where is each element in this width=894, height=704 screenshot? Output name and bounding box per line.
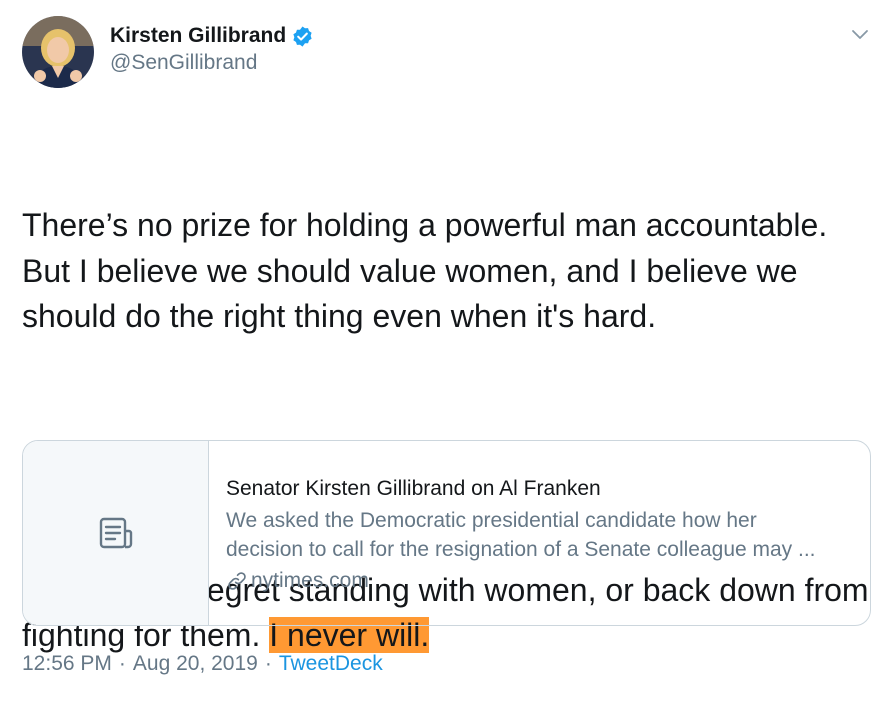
card-body: Senator Kirsten Gillibrand on Al Franken… [209, 441, 870, 625]
avatar[interactable] [22, 16, 94, 88]
tweet-date[interactable]: Aug 20, 2019 [133, 652, 258, 676]
card-thumbnail [23, 441, 209, 625]
tweet-meta: 12:56 PM · Aug 20, 2019 · TweetDeck [22, 652, 383, 676]
meta-separator: · [118, 652, 126, 675]
meta-separator: · [264, 652, 272, 675]
tweet-paragraph-1: There’s no prize for holding a powerful … [22, 207, 837, 334]
tweet-source-link[interactable]: TweetDeck [279, 652, 383, 676]
tweet-time[interactable]: 12:56 PM [22, 652, 112, 676]
card-description-line-2: decision to call for the resignation of … [226, 538, 816, 561]
card-description: We asked the Democratic presidential can… [226, 506, 852, 564]
card-domain: nytimes.com [251, 569, 369, 592]
author-display-name[interactable]: Kirsten Gillibrand [110, 24, 286, 48]
link-card[interactable]: Senator Kirsten Gillibrand on Al Franken… [22, 440, 871, 626]
card-title: Senator Kirsten Gillibrand on Al Franken [226, 477, 601, 500]
author-name-row[interactable]: Kirsten Gillibrand [110, 22, 314, 50]
document-icon [99, 517, 132, 549]
verified-badge-icon [291, 25, 314, 48]
chevron-down-icon[interactable] [848, 22, 872, 46]
link-icon [228, 572, 246, 590]
card-description-line-1: We asked the Democratic presidential can… [226, 509, 757, 532]
author-handle[interactable]: @SenGillibrand [110, 51, 257, 75]
card-domain-row: nytimes.com [226, 567, 852, 595]
